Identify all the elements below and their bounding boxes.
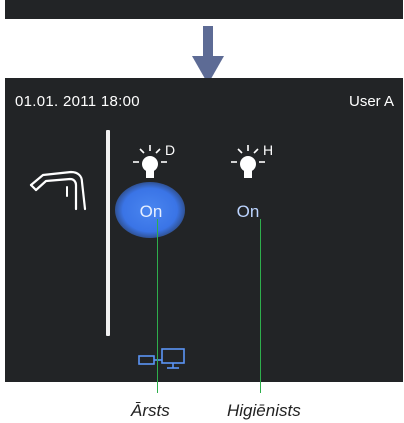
- caption-hygienist: Higiēnists: [227, 401, 301, 420]
- light-h-letter: H: [263, 143, 273, 158]
- light-d-letter: D: [165, 143, 175, 158]
- callout-line-dentist: [157, 219, 158, 393]
- vertical-divider: [106, 130, 110, 336]
- arrow-down-icon: [192, 26, 224, 84]
- caption-dentist: Ārsts: [131, 401, 170, 420]
- display-panel: 01.01. 2011 18:00 User A D H On On: [5, 78, 403, 382]
- network-icon: [138, 348, 185, 369]
- handpiece-icon[interactable]: [27, 163, 89, 211]
- datetime-label: 01.01. 2011 18:00: [15, 93, 140, 110]
- light-d-state[interactable]: On: [131, 202, 171, 222]
- user-label[interactable]: User A: [349, 93, 394, 110]
- lamp-icon[interactable]: H: [227, 143, 287, 193]
- top-screen-edge: [5, 0, 403, 19]
- light-h-state[interactable]: On: [228, 202, 268, 222]
- callout-line-hygienist: [260, 219, 261, 393]
